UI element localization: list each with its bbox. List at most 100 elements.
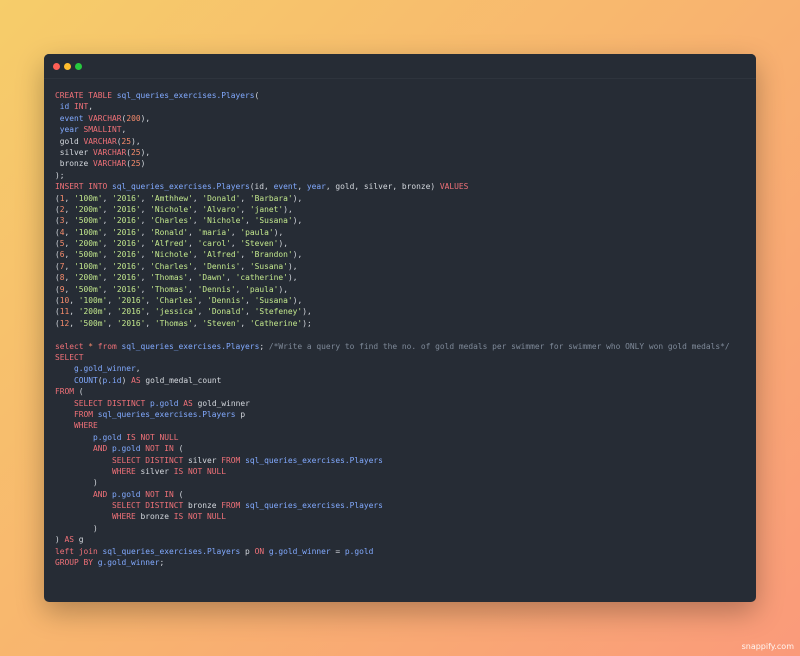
minimize-dot-icon[interactable] [64, 63, 71, 70]
snappify-watermark[interactable]: snappify.com [742, 642, 794, 651]
code-text: , [64, 250, 75, 260]
code-text: , [64, 193, 75, 203]
code-text: ( [178, 489, 184, 499]
code-line: (5, '200m', '2016', 'Alfred', 'carol', '… [55, 238, 750, 249]
code-text: , [102, 193, 113, 203]
code-text: silver [188, 455, 222, 465]
code-text: , [140, 216, 151, 226]
code-number: 25 [131, 159, 141, 169]
code-text: , [102, 216, 113, 226]
code-text: , [102, 250, 113, 260]
code-text: , [145, 296, 155, 306]
code-text: , [107, 307, 117, 317]
code-line: year SMALLINT, [55, 124, 750, 135]
code-text: ), [287, 261, 298, 271]
code-keyword: from [97, 341, 122, 351]
zoom-dot-icon[interactable] [75, 63, 82, 70]
code-text: , [102, 273, 113, 283]
code-keyword: IS NOT NULL [173, 512, 227, 522]
code-string: 'Alfred' [150, 239, 189, 249]
code-identifier: year [59, 125, 84, 135]
code-string: '2016' [112, 193, 141, 203]
code-keyword: SMALLINT [83, 125, 122, 135]
code-text: ) [55, 523, 98, 533]
code-text: , [197, 307, 208, 317]
code-string: 'Alvaro' [202, 204, 241, 214]
code-string: 'Donald' [207, 307, 246, 317]
code-string: 'Nichole' [202, 216, 246, 226]
code-line: WHERE silver IS NOT NULL [55, 466, 750, 477]
code-text: , [245, 307, 255, 317]
code-line: (6, '500m', '2016', 'Nichole', 'Alfred',… [55, 249, 750, 260]
code-number: 25 [131, 147, 141, 157]
code-text: , [145, 318, 155, 328]
code-number: 10 [59, 296, 70, 306]
code-text: , [188, 227, 198, 237]
code-string: '2016' [112, 250, 141, 260]
code-keyword: INSERT INTO [55, 182, 113, 192]
code-text: , [240, 204, 250, 214]
code-keyword: CREATE TABLE [55, 91, 117, 100]
code-keyword: AS [64, 535, 79, 545]
code-string: 'Nichole' [150, 204, 193, 214]
code-string: 'Dennis' [202, 261, 241, 271]
code-line: event VARCHAR(200), [55, 113, 750, 124]
sql-code-block[interactable]: CREATE TABLE sql_queries_exercises.Playe… [55, 90, 750, 568]
code-line: AND p.gold NOT IN ( [55, 443, 750, 454]
code-line: gold VARCHAR(25), [55, 136, 750, 147]
code-text: gold_medal_count [145, 375, 222, 385]
code-text: , [140, 250, 151, 260]
code-keyword: GROUP BY [55, 558, 98, 568]
code-keyword: AS [183, 398, 198, 408]
code-string: '2016' [116, 318, 146, 328]
code-string: 'paula' [240, 227, 274, 237]
code-identifier: sql_queries_exercises.Players [112, 182, 250, 192]
code-line: (11, '200m', '2016', 'jessica', 'Donald'… [55, 306, 750, 317]
code-keyword: SELECT [55, 352, 84, 362]
code-keyword: VARCHAR [93, 159, 127, 169]
code-text: , [64, 239, 75, 249]
code-identifier: p.id [102, 375, 122, 385]
code-line: bronze VARCHAR(25) [55, 158, 750, 169]
code-text: , [192, 204, 203, 214]
code-text: ), [283, 204, 293, 214]
window-titlebar [44, 54, 756, 79]
code-string: '2016' [116, 307, 146, 317]
code-line: p.gold IS NOT NULL [55, 432, 750, 443]
code-text: ), [273, 227, 284, 237]
code-string: 'Alfred' [202, 250, 241, 260]
code-string: 'jessica' [154, 307, 198, 317]
code-string: 'Donald' [202, 193, 241, 203]
code-text: = [335, 546, 345, 556]
code-string: 'Thomas' [150, 284, 189, 294]
code-comment: /*Write a query to find the no. of gold … [268, 341, 730, 351]
code-text: ), [278, 239, 288, 249]
code-string: 'Charles' [154, 296, 198, 306]
code-line: GROUP BY g.gold_winner; [55, 557, 750, 568]
code-string: 'Susana' [254, 216, 293, 226]
code-text: , [102, 227, 113, 237]
code-text: , [64, 273, 75, 283]
code-line: ) [55, 523, 750, 534]
code-line: FROM ( [55, 386, 750, 397]
code-text: g [78, 535, 84, 545]
code-text: ), [278, 284, 288, 294]
code-line: AND p.gold NOT IN ( [55, 489, 750, 500]
code-identifier: event [273, 182, 298, 192]
code-text: , [192, 318, 203, 328]
code-text: ) [55, 535, 65, 545]
code-identifier: p.gold [344, 546, 374, 556]
code-number: 12 [59, 318, 70, 328]
code-string: '2016' [112, 216, 141, 226]
code-string: '200m' [74, 273, 103, 283]
code-line: FROM sql_queries_exercises.Players p [55, 409, 750, 420]
code-text: silver [140, 466, 174, 476]
code-line: (2, '200m', '2016', 'Nichole', 'Alvaro',… [55, 204, 750, 215]
close-dot-icon[interactable] [53, 63, 60, 70]
code-identifier: p.gold [150, 398, 184, 408]
code-keyword: FROM [74, 409, 98, 419]
code-number: * [88, 341, 98, 351]
code-string: 'Ronald' [150, 227, 189, 237]
